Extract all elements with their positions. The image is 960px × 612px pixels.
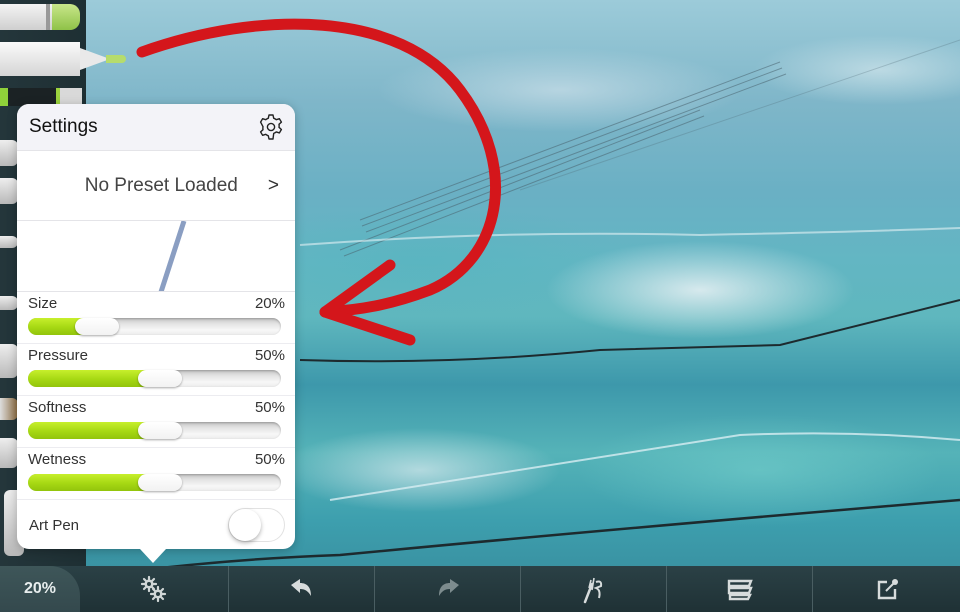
roller-tool[interactable] [0, 140, 18, 166]
brush-icon [583, 577, 602, 604]
oil-brush-tool[interactable] [0, 296, 18, 310]
softness-slider-row: Softness 50% [17, 396, 295, 448]
brush-tools-button[interactable] [520, 566, 666, 612]
settings-header: Settings [17, 104, 295, 151]
gear-icon[interactable] [257, 113, 285, 141]
wetness-slider-thumb[interactable] [137, 474, 182, 491]
pencil-scribble [339, 39, 960, 257]
highlight-line [329, 432, 960, 501]
bottom-toolbar: 20% [0, 566, 960, 612]
softness-slider-thumb[interactable] [137, 422, 182, 439]
redo-button[interactable] [374, 566, 520, 612]
airbrush-tool[interactable] [0, 236, 18, 248]
zoom-level-button[interactable]: 20% [0, 566, 80, 612]
pressure-slider-thumb[interactable] [137, 370, 182, 387]
marker-tool[interactable] [0, 4, 80, 30]
pressure-slider[interactable] [28, 370, 281, 387]
settings-popover: Settings No Preset Loaded > Size 20% Pre… [17, 104, 295, 549]
art-pen-toggle[interactable] [228, 508, 285, 542]
gloop-pen-tool[interactable] [0, 398, 18, 420]
brush-stroke-preview [17, 221, 295, 292]
gears-icon [140, 575, 167, 603]
softness-slider[interactable] [28, 422, 281, 439]
export-icon [877, 579, 898, 600]
redo-icon [438, 579, 459, 596]
eraser-tool[interactable] [0, 438, 18, 468]
highlight-line-upper [299, 227, 960, 246]
wetness-slider-row: Wetness 50% [17, 448, 295, 500]
art-pen-label: Art Pen [29, 516, 80, 534]
settings-title: Settings [29, 116, 98, 137]
preview-stroke [158, 221, 187, 291]
palette-knife-tool[interactable] [0, 178, 18, 204]
export-button[interactable] [812, 566, 960, 612]
pressure-slider-row: Pressure 50% [17, 344, 295, 396]
pressure-label: Pressure [28, 347, 89, 364]
undo-icon [290, 579, 311, 596]
size-slider-row: Size 20% [17, 292, 295, 344]
size-label: Size [28, 295, 58, 312]
popover-caret [140, 549, 166, 563]
layers-icon [727, 579, 753, 601]
marker-band [46, 4, 50, 30]
pressure-value: 50% [254, 347, 285, 364]
fine-pen-tool[interactable] [0, 42, 80, 76]
tool-settings-button[interactable] [80, 566, 228, 612]
layers-button[interactable] [666, 566, 812, 612]
wetness-label: Wetness [28, 451, 87, 468]
preset-label: No Preset Loaded [84, 174, 238, 196]
chevron-right-icon: > [267, 174, 279, 196]
softness-label: Softness [28, 399, 87, 416]
undo-button[interactable] [228, 566, 374, 612]
size-slider[interactable] [28, 318, 281, 335]
zoom-level: 20% [23, 580, 57, 597]
art-pen-row: Art Pen [17, 500, 295, 550]
softness-value: 50% [254, 399, 285, 416]
size-value: 20% [254, 295, 285, 312]
art-pen-toggle-knob [229, 509, 261, 541]
size-slider-thumb[interactable] [75, 318, 119, 335]
preset-selector[interactable]: No Preset Loaded > [17, 151, 295, 221]
marker-cap [52, 4, 80, 30]
wetness-value: 50% [254, 451, 285, 468]
fine-pen-nib [106, 55, 126, 63]
wetness-slider[interactable] [28, 474, 281, 491]
watercolor-tool[interactable] [0, 344, 18, 378]
